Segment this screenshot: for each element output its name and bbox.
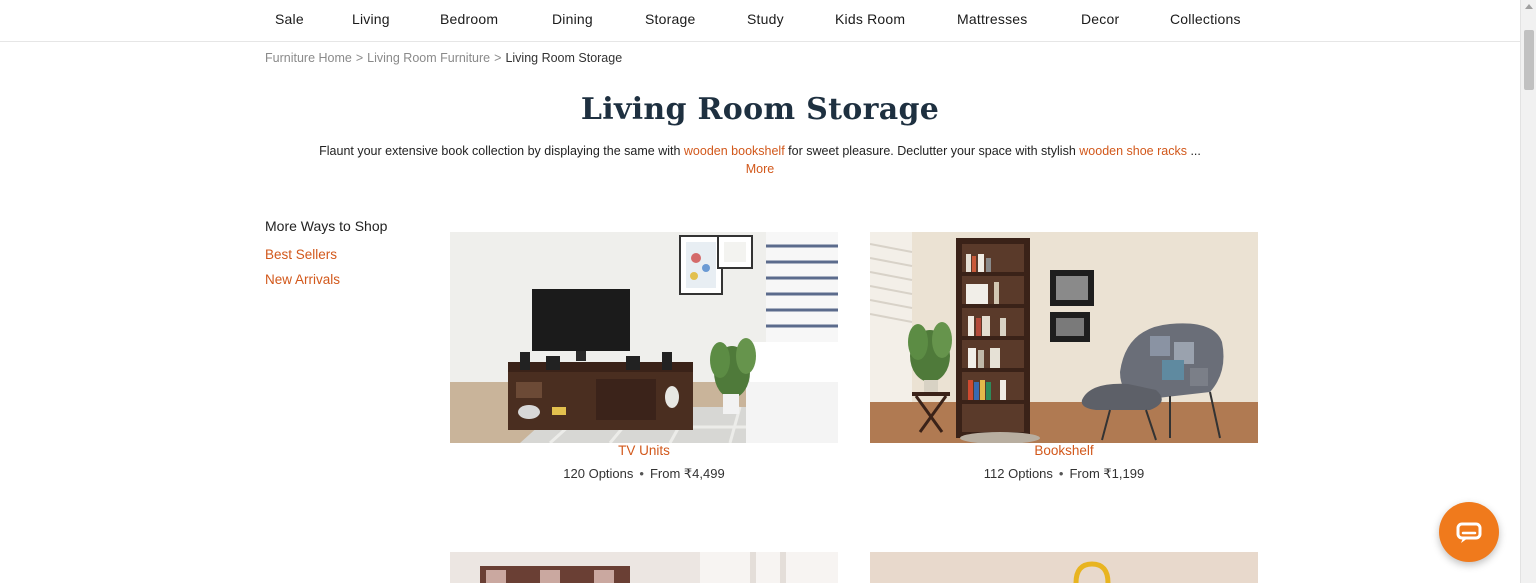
intro-text-part: Flaunt your extensive book collection by…: [319, 144, 684, 158]
bookshelf-image[interactable]: [870, 232, 1258, 443]
product-options-count: 112 Options: [983, 466, 1053, 481]
product-name-tv-units[interactable]: TV Units: [450, 443, 838, 458]
breadcrumb-current: Living Room Storage: [505, 51, 623, 65]
product-price: From ₹1,199: [1069, 466, 1145, 481]
intro-text: Flaunt your extensive book collection by…: [0, 144, 1520, 158]
intro-ellipsis: ...: [1186, 144, 1201, 158]
product-image-partial[interactable]: [450, 552, 838, 583]
nav-item-storage[interactable]: Storage: [645, 11, 695, 27]
tv-units-image[interactable]: [450, 232, 838, 443]
product-price: From ₹4,499: [649, 466, 725, 481]
breadcrumb-parent[interactable]: Living Room Furniture: [367, 51, 490, 65]
nav-item-mattresses[interactable]: Mattresses: [957, 11, 1027, 27]
partial-product-illustration: [870, 552, 1258, 583]
intro-text-part: for sweet pleasure. Declutter your space…: [784, 144, 1080, 158]
nav-item-dining[interactable]: Dining: [552, 11, 593, 27]
nav-item-decor[interactable]: Decor: [1081, 11, 1119, 27]
chat-button[interactable]: [1439, 502, 1499, 562]
breadcrumb-separator: >: [355, 51, 364, 65]
breadcrumb-separator: >: [494, 51, 502, 65]
nav-item-kids-room[interactable]: Kids Room: [835, 11, 905, 27]
breadcrumb-home[interactable]: Furniture Home: [265, 51, 352, 65]
wooden-bookshelf-link[interactable]: wooden bookshelf: [684, 144, 785, 158]
product-name-bookshelf[interactable]: Bookshelf: [870, 443, 1258, 458]
breadcrumb: Furniture Home > Living Room Furniture > Liv…: [265, 51, 622, 65]
nav-item-bedroom[interactable]: Bedroom: [440, 11, 498, 27]
sidebar-link-best-sellers[interactable]: Best Sellers: [265, 247, 337, 262]
sidebar-link-new-arrivals[interactable]: New Arrivals: [265, 272, 340, 287]
nav-item-collections[interactable]: Collections: [1170, 11, 1241, 27]
sidebar-title: More Ways to Shop: [265, 218, 388, 234]
scroll-up-arrow-icon[interactable]: [1525, 4, 1533, 9]
nav-item-living[interactable]: Living: [352, 11, 390, 27]
product-options-count: 120 Options: [563, 466, 634, 481]
product-image-partial[interactable]: [870, 552, 1258, 583]
scrollbar[interactable]: [1520, 0, 1536, 583]
tv-units-illustration: [450, 232, 838, 443]
separator-dot: •: [1058, 466, 1064, 481]
page-title: Living Room Storage: [580, 92, 940, 127]
chat-bubble-icon: [1456, 522, 1482, 543]
more-link[interactable]: More: [0, 162, 1520, 176]
partial-product-illustration: [450, 552, 838, 583]
nav-item-study[interactable]: Study: [747, 11, 784, 27]
product-meta: 112 Options • From ₹1,199: [870, 466, 1258, 482]
top-navigation: Sale Living Bedroom Dining Storage Study…: [0, 0, 1520, 42]
wooden-shoe-racks-link[interactable]: wooden shoe racks: [1079, 144, 1187, 158]
nav-item-sale[interactable]: Sale: [275, 11, 304, 27]
bookshelf-illustration: [870, 232, 1258, 443]
product-meta: 120 Options • From ₹4,499: [450, 466, 838, 482]
separator-dot: •: [639, 466, 644, 481]
scrollbar-thumb[interactable]: [1524, 30, 1534, 90]
